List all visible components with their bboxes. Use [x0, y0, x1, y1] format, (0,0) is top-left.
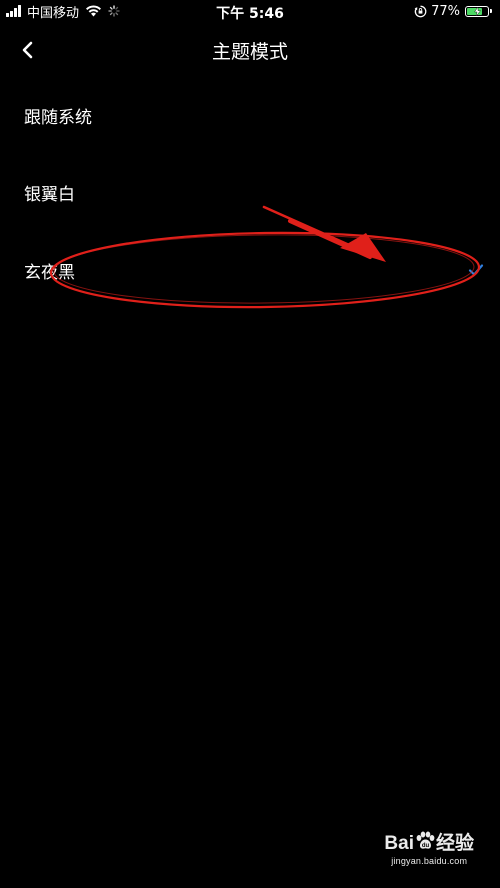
theme-option-follow-system[interactable]: 跟随系统: [0, 88, 500, 142]
paw-logo-icon: du: [414, 831, 436, 857]
option-label: 玄夜黑: [24, 263, 75, 283]
orientation-lock-icon: [414, 5, 427, 17]
theme-option-silver-white[interactable]: 银翼白: [0, 165, 500, 219]
svg-text:du: du: [422, 843, 430, 849]
battery-tip: [490, 9, 492, 13]
baidu-jingyan-watermark: Bai du 经验 jingyan.baidu.com: [384, 828, 474, 866]
option-label: 银翼白: [24, 185, 75, 205]
watermark-url: jingyan.baidu.com: [391, 856, 468, 866]
status-bar: 中国移动 下午 5:46 77%: [0, 0, 500, 22]
battery-charging-icon: [465, 5, 489, 17]
theme-option-dark-black[interactable]: 玄夜黑: [0, 243, 500, 297]
watermark-logo: Bai du 经验: [384, 828, 474, 857]
page-title: 主题模式: [211, 41, 288, 63]
option-label: 跟随系统: [24, 108, 92, 128]
battery-percent: 77%: [431, 3, 460, 19]
checkmark-icon: [468, 264, 484, 276]
nav-bar: 主题模式: [0, 30, 500, 70]
status-right: 77%: [414, 3, 492, 19]
